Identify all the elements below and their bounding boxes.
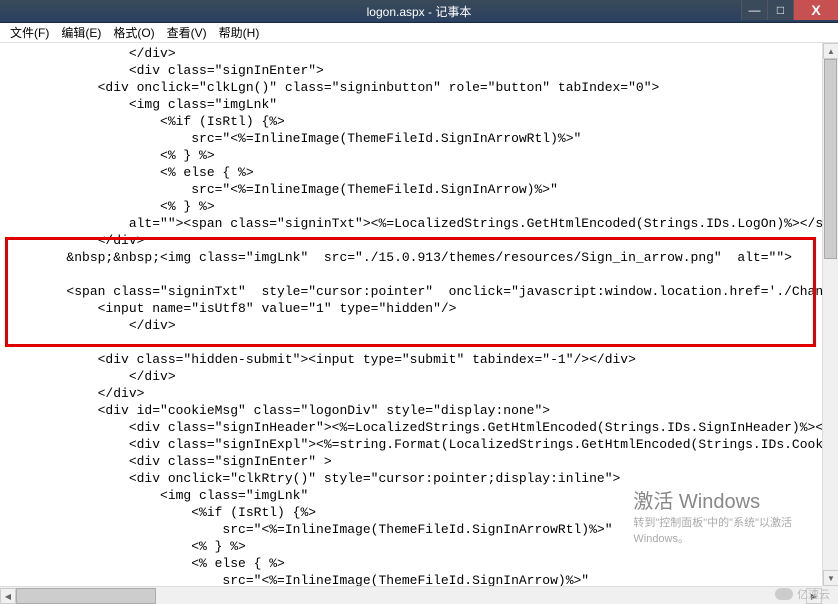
windows-activation-watermark: 激活 Windows 转到"控制面板"中的"系统"以激活 Windows。 bbox=[633, 485, 792, 546]
scroll-down-icon[interactable]: ▼ bbox=[823, 570, 838, 586]
vertical-scrollbar[interactable]: ▲ ▼ bbox=[822, 43, 838, 586]
scroll-left-icon[interactable]: ◀ bbox=[0, 588, 16, 604]
brand-text: 亿速云 bbox=[797, 586, 830, 602]
maximize-button[interactable]: □ bbox=[767, 0, 793, 20]
cloud-icon bbox=[775, 588, 793, 600]
menu-format[interactable]: 格式(O) bbox=[107, 22, 160, 43]
window-title: logon.aspx - 记事本 bbox=[367, 3, 472, 20]
minimize-button[interactable]: — bbox=[741, 0, 767, 20]
vscroll-track[interactable] bbox=[823, 59, 838, 570]
scroll-up-icon[interactable]: ▲ bbox=[823, 43, 838, 59]
close-button[interactable]: X bbox=[793, 0, 838, 20]
hscroll-thumb[interactable] bbox=[16, 588, 156, 604]
window-titlebar: logon.aspx - 记事本 — □ X bbox=[0, 0, 838, 23]
menubar: 文件(F) 编辑(E) 格式(O) 查看(V) 帮助(H) bbox=[0, 23, 838, 43]
text-editor-area[interactable]: </div> <div class="signInEnter"> <div on… bbox=[0, 43, 822, 586]
menu-view[interactable]: 查看(V) bbox=[161, 22, 213, 43]
horizontal-scrollbar[interactable]: ◀ ▶ bbox=[0, 586, 822, 604]
watermark-title: 激活 Windows bbox=[633, 485, 792, 514]
window-controls: — □ X bbox=[741, 0, 838, 22]
watermark-line1: 转到"控制面板"中的"系统"以激活 bbox=[633, 516, 792, 530]
brand-logo: 亿速云 bbox=[775, 586, 830, 602]
menu-file[interactable]: 文件(F) bbox=[4, 22, 55, 43]
menu-edit[interactable]: 编辑(E) bbox=[55, 22, 107, 43]
watermark-line2: Windows。 bbox=[633, 532, 792, 546]
menu-help[interactable]: 帮助(H) bbox=[213, 22, 266, 43]
vscroll-thumb[interactable] bbox=[824, 59, 837, 259]
